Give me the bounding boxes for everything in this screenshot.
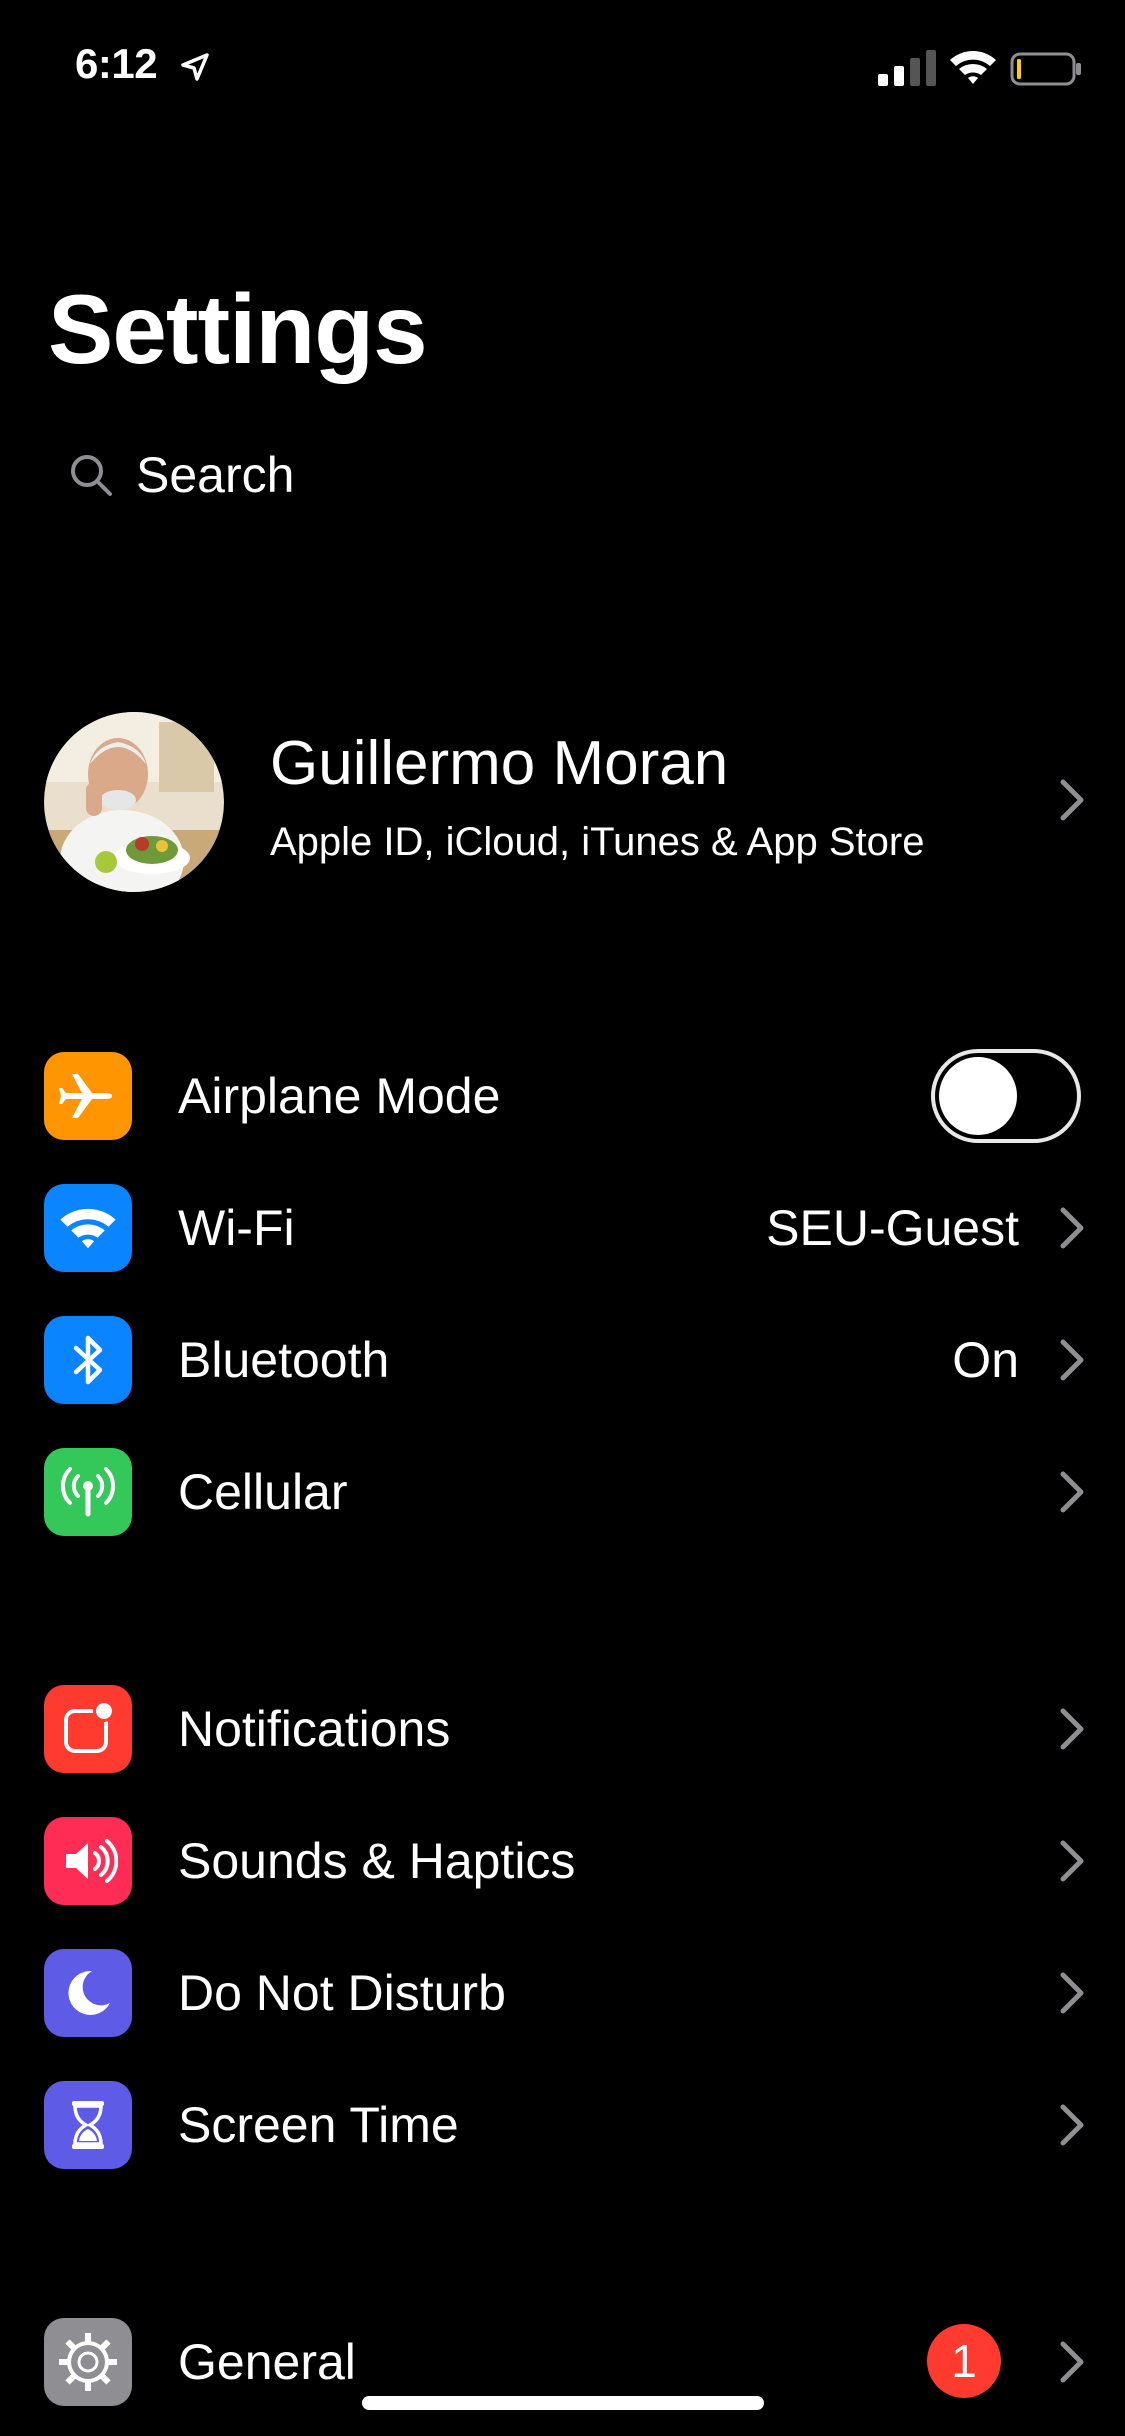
home-indicator[interactable] xyxy=(362,2396,764,2410)
profile-subtitle: Apple ID, iCloud, iTunes & App Store xyxy=(270,820,925,864)
moon-icon xyxy=(44,1949,132,2037)
chevron-right-icon xyxy=(1060,1972,1084,2014)
row-label: Cellular xyxy=(178,1464,348,1520)
row-label: Notifications xyxy=(178,1701,451,1757)
row-label: Bluetooth xyxy=(178,1332,390,1388)
status-bar: 6:12 xyxy=(0,0,1125,140)
settings-row-airplane-mode[interactable]: Airplane Mode xyxy=(0,1030,1125,1162)
chevron-right-icon xyxy=(1060,1840,1084,1882)
cellular-icon xyxy=(44,1448,132,1536)
chevron-right-icon xyxy=(1060,2104,1084,2146)
settings-row-screen-time[interactable]: Screen Time xyxy=(0,2059,1125,2191)
avatar xyxy=(44,712,224,892)
chevron-right-icon xyxy=(1060,779,1084,821)
chevron-right-icon xyxy=(1060,1339,1084,1381)
chevron-right-icon xyxy=(1060,1207,1084,1249)
search-bar[interactable] xyxy=(48,430,1078,520)
notification-badge: 1 xyxy=(927,2324,1001,2398)
bluetooth-icon xyxy=(44,1316,132,1404)
gear-icon xyxy=(44,2318,132,2406)
apple-id-profile-row[interactable]: Guillermo Moran Apple ID, iCloud, iTunes… xyxy=(0,700,1125,900)
wifi-status-icon xyxy=(950,51,996,84)
settings-row-do-not-disturb[interactable]: Do Not Disturb xyxy=(0,1927,1125,2059)
search-input[interactable] xyxy=(136,446,936,504)
hourglass-icon xyxy=(44,2081,132,2169)
location-arrow-icon xyxy=(181,53,209,81)
cellular-signal-icon xyxy=(878,50,936,86)
row-label: Do Not Disturb xyxy=(178,1965,506,2021)
airplane-mode-toggle[interactable] xyxy=(931,1049,1081,1143)
settings-row-sounds-haptics[interactable]: Sounds & Haptics xyxy=(0,1795,1125,1927)
notifications-icon xyxy=(44,1685,132,1773)
chevron-right-icon xyxy=(1060,2341,1084,2383)
battery-icon xyxy=(1010,52,1081,86)
avatar-photo xyxy=(44,712,224,892)
status-time: 6:12 xyxy=(75,40,158,87)
chevron-right-icon xyxy=(1060,1708,1084,1750)
profile-name: Guillermo Moran xyxy=(270,729,729,798)
wifi-icon xyxy=(44,1184,132,1272)
row-label: Screen Time xyxy=(178,2097,459,2153)
row-label: Airplane Mode xyxy=(178,1068,501,1124)
settings-row-cellular[interactable]: Cellular xyxy=(0,1426,1125,1558)
row-label: General xyxy=(178,2334,356,2390)
page-title: Settings xyxy=(48,274,428,384)
row-label: Wi-Fi xyxy=(178,1200,295,1256)
search-icon xyxy=(71,455,112,496)
bluetooth-status-value: On xyxy=(952,1332,1019,1388)
chevron-right-icon xyxy=(1060,1471,1084,1513)
speaker-icon xyxy=(44,1817,132,1905)
row-label: Sounds & Haptics xyxy=(178,1833,576,1889)
settings-row-notifications[interactable]: Notifications xyxy=(0,1663,1125,1795)
wifi-network-value: SEU-Guest xyxy=(766,1200,1019,1256)
settings-row-bluetooth[interactable]: Bluetooth On xyxy=(0,1294,1125,1426)
airplane-icon xyxy=(44,1052,132,1140)
toggle-knob xyxy=(939,1057,1017,1135)
settings-row-wifi[interactable]: Wi-Fi SEU-Guest xyxy=(0,1162,1125,1294)
